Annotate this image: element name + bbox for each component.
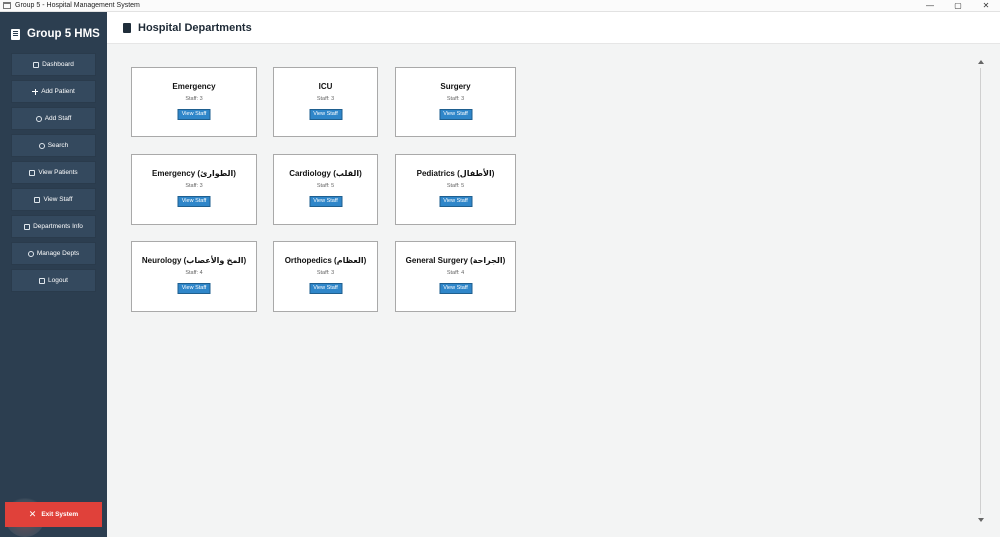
- minimize-button[interactable]: —: [916, 0, 944, 12]
- window-title: Group 5 - Hospital Management System: [15, 2, 140, 9]
- gear-icon: [27, 250, 34, 257]
- department-staff-count: Staff: 5: [446, 183, 465, 189]
- nav-logout-button[interactable]: Logout: [11, 269, 96, 292]
- department-card: Emergency Staff: 3 View Staff: [131, 67, 257, 137]
- department-name: General Surgery (الجراحة): [405, 256, 506, 265]
- exit-label: Exit System: [41, 511, 79, 518]
- logout-icon: [39, 277, 46, 284]
- department-staff-count: Staff: 3: [185, 96, 203, 102]
- nav-add-staff-button[interactable]: Add Staff: [11, 107, 96, 130]
- department-name: Cardiology (القلب): [289, 169, 362, 178]
- brand: Group 5 HMS: [11, 27, 101, 41]
- app-icon: [3, 2, 11, 9]
- view-staff-button[interactable]: View Staff: [177, 109, 211, 120]
- department-name: Surgery: [440, 82, 471, 91]
- department-staff-count: Staff: 3: [185, 183, 203, 189]
- nav-label: View Patients: [38, 169, 78, 176]
- nav-search-button[interactable]: Search: [11, 134, 96, 157]
- bar-chart-icon: [33, 61, 40, 68]
- plus-icon: [32, 88, 39, 95]
- close-icon: ✕: [28, 509, 37, 519]
- nav-label: Add Patient: [41, 88, 75, 95]
- hospital-icon: [123, 22, 131, 33]
- department-card: Emergency (الطوارئ) Staff: 3 View Staff: [131, 154, 257, 225]
- clipboard-icon: [29, 169, 36, 176]
- scroll-track[interactable]: [980, 68, 981, 514]
- department-card: Surgery Staff: 3 View Staff: [395, 67, 516, 137]
- nav-label: Manage Depts: [36, 250, 80, 257]
- nav-label: Logout: [48, 277, 68, 284]
- brand-title: Group 5 HMS: [27, 28, 100, 40]
- search-icon: [38, 142, 45, 149]
- nav-label: Search: [47, 142, 69, 149]
- department-card: Cardiology (القلب) Staff: 5 View Staff: [273, 154, 378, 225]
- department-name: Pediatrics (الأطفال): [416, 169, 495, 178]
- nav-label: View Staff: [43, 196, 73, 203]
- department-staff-count: Staff: 4: [185, 270, 203, 276]
- view-staff-button[interactable]: View Staff: [309, 196, 342, 207]
- department-card: Pediatrics (الأطفال) Staff: 5 View Staff: [395, 154, 516, 225]
- department-card: General Surgery (الجراحة) Staff: 4 View …: [395, 241, 516, 312]
- department-staff-count: Staff: 3: [316, 270, 335, 276]
- staff-icon: [35, 115, 42, 122]
- nav-manage-depts-button[interactable]: Manage Depts: [11, 242, 96, 265]
- view-staff-button[interactable]: View Staff: [439, 283, 472, 294]
- department-name: Neurology (المخ والأعصاب): [141, 256, 247, 265]
- nav-dashboard-button[interactable]: Dashboard: [11, 53, 96, 76]
- window-controls: — ▢ ✕: [916, 0, 1000, 12]
- department-card: ICU Staff: 3 View Staff: [273, 67, 378, 137]
- department-name: ICU: [318, 82, 333, 91]
- maximize-button[interactable]: ▢: [944, 0, 972, 12]
- department-staff-count: Staff: 5: [316, 183, 335, 189]
- department-card: Orthopedics (العظام) Staff: 3 View Staff: [273, 241, 378, 312]
- department-staff-count: Staff: 3: [316, 96, 335, 102]
- department-name: Emergency: [172, 82, 216, 91]
- department-staff-count: Staff: 4: [446, 270, 465, 276]
- nav-label: Dashboard: [42, 61, 74, 68]
- scroll-up-icon[interactable]: [978, 60, 984, 64]
- nav-add-patient-button[interactable]: Add Patient: [11, 80, 96, 103]
- view-staff-button[interactable]: View Staff: [309, 109, 342, 120]
- view-staff-button[interactable]: View Staff: [177, 283, 211, 294]
- view-staff-button[interactable]: View Staff: [309, 283, 342, 294]
- vertical-scrollbar[interactable]: [976, 60, 986, 522]
- department-name: Orthopedics (العظام): [284, 256, 367, 265]
- view-staff-button[interactable]: View Staff: [177, 196, 211, 207]
- nav-view-patients-button[interactable]: View Patients: [11, 161, 96, 184]
- close-button[interactable]: ✕: [972, 0, 1000, 12]
- nav-label: Add Staff: [44, 115, 72, 122]
- department-staff-count: Staff: 3: [446, 96, 465, 102]
- view-staff-button[interactable]: View Staff: [439, 109, 472, 120]
- nav-label: Departments Info: [33, 223, 83, 230]
- hospital-icon: [11, 28, 20, 40]
- list-icon: [34, 196, 41, 203]
- page-header: Hospital Departments: [107, 12, 1000, 44]
- page-title: Hospital Departments: [138, 21, 252, 34]
- scroll-down-icon[interactable]: [978, 518, 984, 522]
- exit-system-button[interactable]: ✕ Exit System: [5, 502, 102, 527]
- department-name: Emergency (الطوارئ): [152, 169, 236, 178]
- view-staff-button[interactable]: View Staff: [439, 196, 472, 207]
- building-icon: [24, 223, 31, 230]
- nav-departments-info-button[interactable]: Departments Info: [11, 215, 96, 238]
- sidebar: Group 5 HMS Dashboard Add Patient Add St…: [0, 12, 107, 537]
- department-card: Neurology (المخ والأعصاب) Staff: 4 View …: [131, 241, 257, 312]
- window-title-bar: Group 5 - Hospital Management System — ▢…: [0, 0, 1000, 12]
- nav-view-staff-button[interactable]: View Staff: [11, 188, 96, 211]
